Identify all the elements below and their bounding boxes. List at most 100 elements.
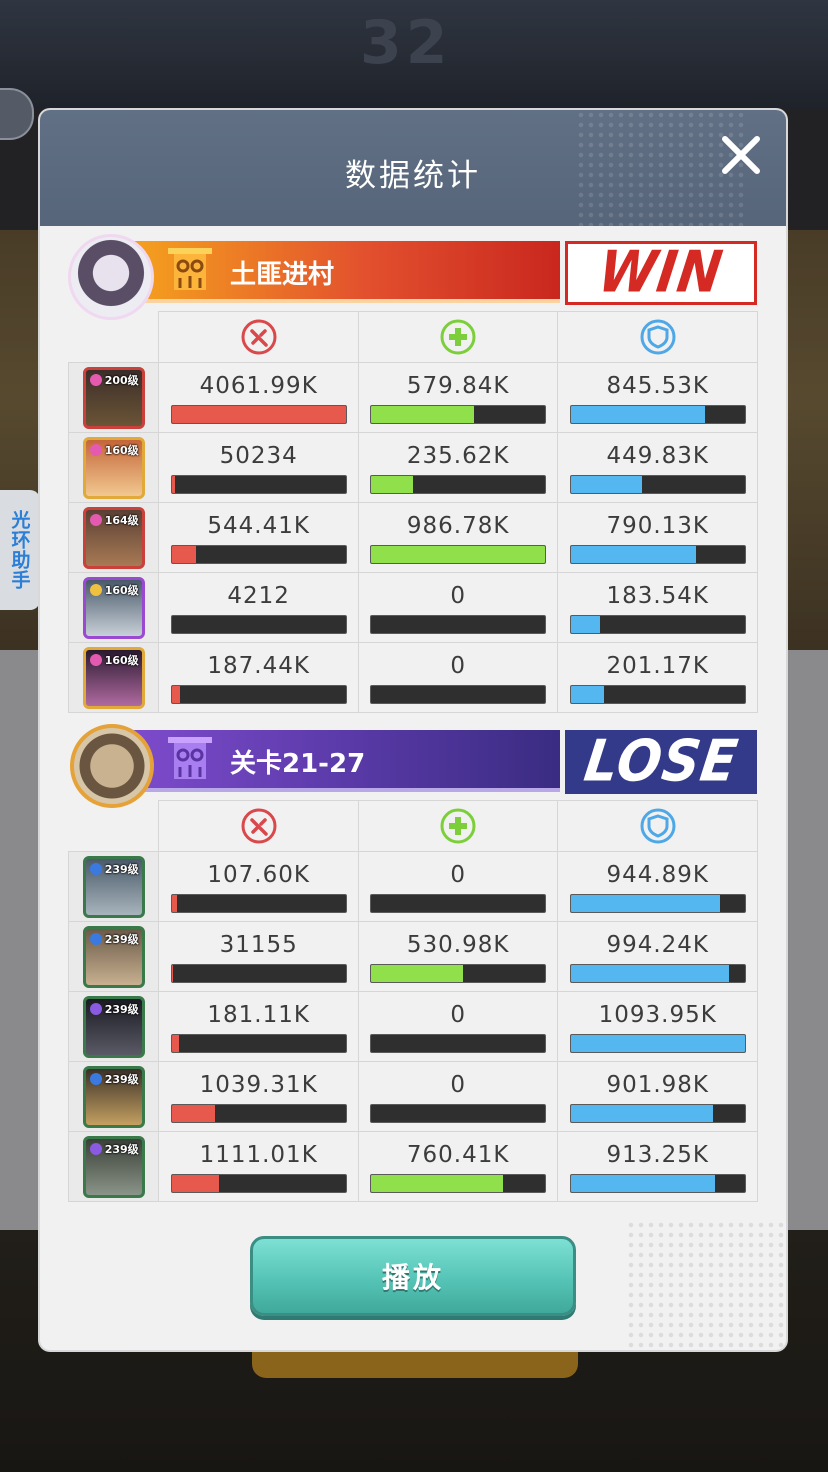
hero-level: 160级 <box>104 653 139 667</box>
shield-value: 183.54K <box>606 583 709 609</box>
hero-portrait-cell: 239级 <box>67 1061 160 1132</box>
hero-rank-gem-icon <box>89 932 102 945</box>
heal-value: 235.62K <box>406 443 510 469</box>
hero-portrait[interactable]: 239级 <box>82 1065 145 1128</box>
heal-cell: 0 <box>357 572 559 643</box>
team-win-avatar <box>68 234 154 320</box>
heal-cell: 986.78K <box>357 502 559 573</box>
hero-portrait-cell: 239级 <box>67 921 160 992</box>
damage-value: 1039.31K <box>199 1072 318 1098</box>
heal-value: 0 <box>450 583 467 609</box>
hero-portrait-cell: 239级 <box>67 991 160 1062</box>
team-win-banner: 土匪进村 <box>130 241 560 303</box>
shield-bar <box>569 615 746 634</box>
hero-level: 239级 <box>104 1142 139 1156</box>
hero-portrait-cell: 239级 <box>67 851 160 922</box>
damage-bar <box>170 545 347 564</box>
header-blank <box>68 311 160 363</box>
shield-bar <box>569 1034 746 1053</box>
shield-icon <box>640 319 676 355</box>
damage-bar-fill <box>171 1035 179 1052</box>
hero-level: 239级 <box>104 932 139 946</box>
shield-cell: 845.53K <box>557 362 758 433</box>
hero-level: 160级 <box>104 443 139 457</box>
hero-row: 160级 4212 0 183.54K <box>67 572 758 643</box>
damage-value: 50234 <box>219 443 298 469</box>
hero-row: 200级 4061.99K 579.84K 845.53K <box>67 362 758 433</box>
close-icon[interactable] <box>720 134 762 176</box>
shield-bar-fill <box>570 965 730 982</box>
hero-level: 239级 <box>104 862 139 876</box>
shield-value: 1093.95K <box>598 1002 717 1028</box>
damage-value: 187.44K <box>207 653 310 679</box>
shield-value: 944.89K <box>606 862 709 888</box>
shield-value: 913.25K <box>606 1142 709 1168</box>
hero-portrait[interactable]: 160级 <box>82 436 145 499</box>
damage-bar <box>170 1174 347 1193</box>
side-helper-tab[interactable]: 光环助手 <box>0 490 40 610</box>
heal-bar <box>370 894 547 913</box>
hero-portrait[interactable]: 239级 <box>82 925 145 988</box>
hero-portrait[interactable]: 160级 <box>82 646 145 709</box>
hero-row: 239级 31155 530.98K 994.24K <box>67 921 758 992</box>
heal-bar <box>370 405 547 424</box>
hero-portrait[interactable]: 239级 <box>82 995 145 1058</box>
shield-value: 449.83K <box>606 443 709 469</box>
damage-bar <box>170 475 347 494</box>
hero-portrait[interactable]: 160级 <box>82 576 145 639</box>
damage-icon <box>241 319 277 355</box>
play-button[interactable]: 播放 <box>250 1236 576 1316</box>
hero-portrait-cell: 164级 <box>67 502 160 573</box>
hero-portrait[interactable]: 200级 <box>82 366 145 429</box>
damage-cell: 31155 <box>158 921 359 992</box>
damage-cell: 4212 <box>158 572 359 643</box>
damage-cell: 181.11K <box>158 991 359 1062</box>
hero-portrait[interactable]: 164级 <box>82 506 145 569</box>
shield-bar <box>569 1104 746 1123</box>
heal-bar-fill <box>371 965 464 982</box>
heal-cell: 530.98K <box>357 921 559 992</box>
damage-bar <box>170 615 347 634</box>
shield-value: 201.17K <box>606 653 709 679</box>
shield-bar-fill <box>570 1035 745 1052</box>
damage-bar <box>170 1034 347 1053</box>
hero-level: 239级 <box>104 1072 139 1086</box>
damage-bar-fill <box>171 965 174 982</box>
shield-cell: 901.98K <box>557 1061 758 1132</box>
damage-bar-fill <box>171 686 181 703</box>
damage-cell: 107.60K <box>158 851 359 922</box>
stat-header-row <box>68 800 758 852</box>
shield-header <box>557 800 758 852</box>
shield-cell: 1093.95K <box>557 991 758 1062</box>
lose-text: LOSE <box>580 729 742 795</box>
shield-value: 790.13K <box>606 513 709 539</box>
damage-value: 107.60K <box>207 862 310 888</box>
hero-row: 160级 187.44K 0 201.17K <box>67 642 758 713</box>
header-blank <box>68 800 160 852</box>
hero-row: 239级 181.11K 0 1093.95K <box>67 991 758 1062</box>
team-win-table: 200级 4061.99K 579.84K 845.53K 160级 50234… <box>67 311 758 713</box>
hero-row: 164级 544.41K 986.78K 790.13K <box>67 502 758 573</box>
damage-bar-fill <box>171 1175 219 1192</box>
hero-portrait-cell: 160级 <box>67 572 160 643</box>
shield-cell: 201.17K <box>557 642 758 713</box>
team-lose-avatar <box>70 724 154 808</box>
hero-rank-gem-icon <box>89 862 102 875</box>
hero-portrait-cell: 239级 <box>67 1131 160 1202</box>
heal-value: 579.84K <box>406 373 510 399</box>
damage-header <box>158 311 359 363</box>
hero-row: 239级 107.60K 0 944.89K <box>67 851 758 922</box>
team-emblem-icon <box>168 248 212 290</box>
hero-rank-gem-icon <box>89 1002 102 1015</box>
stat-header-row <box>68 311 758 363</box>
heal-value: 0 <box>450 1072 467 1098</box>
hero-portrait[interactable]: 239级 <box>82 855 145 918</box>
dialog-title: 数据统计 <box>345 158 481 194</box>
damage-header <box>158 800 359 852</box>
hero-level: 200级 <box>104 373 139 387</box>
hero-portrait[interactable]: 239级 <box>82 1135 145 1198</box>
banner-underline <box>130 299 560 303</box>
team-lose-banner: 关卡21-27 <box>130 730 560 792</box>
heal-bar-fill <box>371 406 474 423</box>
team-emblem-icon <box>168 737 212 779</box>
